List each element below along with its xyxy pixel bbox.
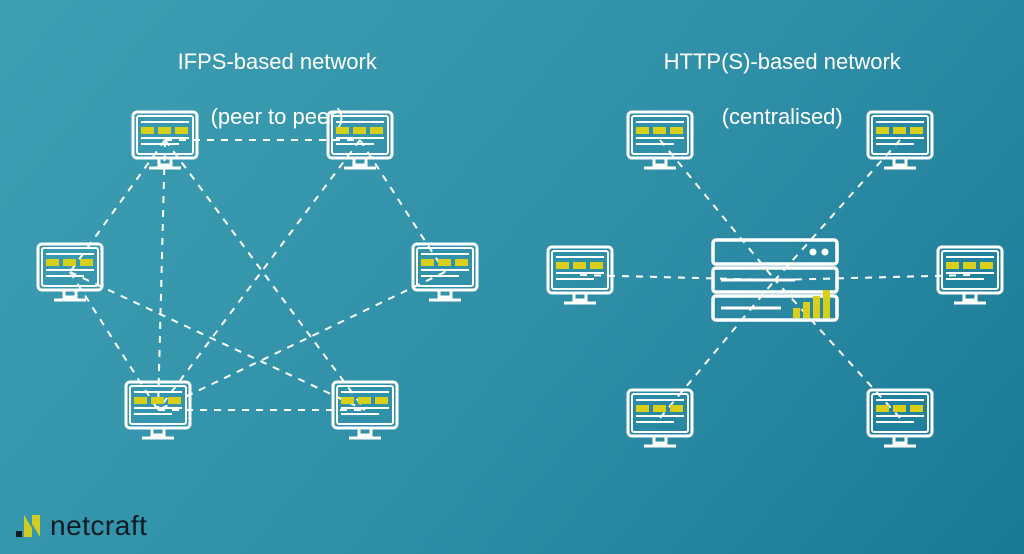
connection-line <box>70 272 365 410</box>
diagram-svg <box>0 0 1024 554</box>
netcraft-logo: netcraft <box>14 510 147 542</box>
server-icon <box>713 240 837 320</box>
connection-line <box>165 140 365 410</box>
diagram-stage: IFPS-based network (peer to peer) HTTP(S… <box>0 0 1024 554</box>
connection-line <box>660 140 775 280</box>
connection-line <box>70 140 165 272</box>
connection-line <box>158 272 445 410</box>
connection-line <box>158 140 165 410</box>
connection-line <box>775 275 970 280</box>
connection-line <box>360 140 445 272</box>
netcraft-logo-text: netcraft <box>50 510 147 542</box>
netcraft-logo-icon <box>14 511 44 541</box>
connection-line <box>158 140 360 410</box>
connection-line <box>660 280 775 418</box>
